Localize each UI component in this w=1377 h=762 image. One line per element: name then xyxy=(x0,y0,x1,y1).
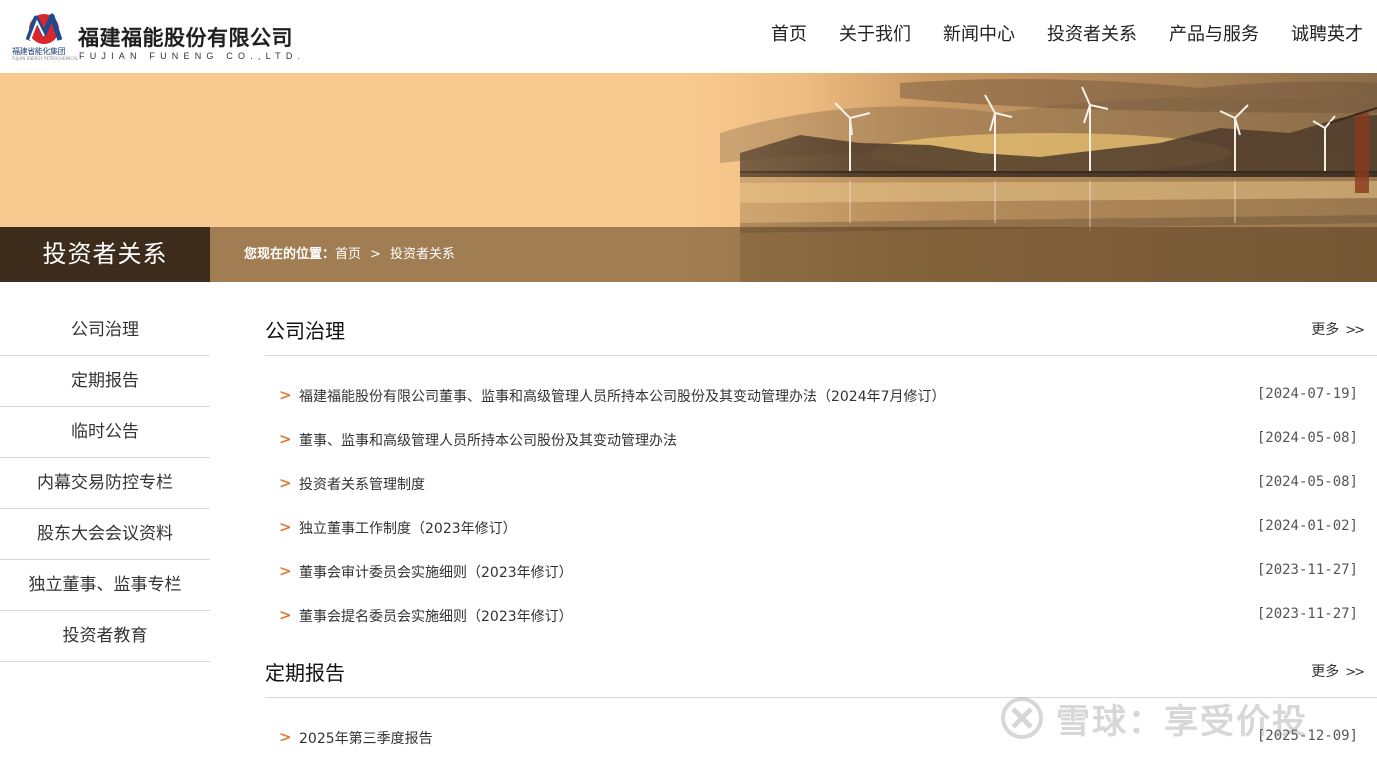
breadcrumb-label: 您现在的位置： xyxy=(244,247,336,262)
chevron-right-icon: > xyxy=(279,518,292,536)
double-chevron-right-icon: >> xyxy=(1345,665,1365,680)
sidebar-item-investor-education[interactable]: 投资者教育 xyxy=(0,611,210,662)
more-link[interactable]: 更多 >> xyxy=(1311,661,1365,681)
list-item[interactable]: > 2025年第三季度报告 [2025-12-09] xyxy=(265,724,1377,752)
breadcrumb: 您现在的位置：首页 > 投资者关系 xyxy=(244,227,455,282)
list-item-title[interactable]: 投资者关系管理制度 xyxy=(299,474,425,494)
more-label: 更多 xyxy=(1311,322,1340,338)
list-item-title[interactable]: 董事会审计委员会实施细则（2023年修订） xyxy=(299,562,573,582)
company-name-cn: 福建福能股份有限公司 xyxy=(78,26,293,50)
nav-home[interactable]: 首页 xyxy=(771,20,807,50)
list-item-title[interactable]: 独立董事工作制度（2023年修订） xyxy=(299,518,517,538)
section-title: 公司治理 xyxy=(265,319,345,343)
list-item-date: [2023-11-27] xyxy=(1256,562,1358,578)
sidebar-item-insider-trading[interactable]: 内幕交易防控专栏 xyxy=(0,458,210,509)
sidebar-item-interim-announcements[interactable]: 临时公告 xyxy=(0,407,210,458)
sidebar-nav: 公司治理 定期报告 临时公告 内幕交易防控专栏 股东大会会议资料 独立董事、监事… xyxy=(0,305,210,662)
list-item[interactable]: > 独立董事工作制度（2023年修订） [2024-01-02] xyxy=(265,514,1377,542)
more-label: 更多 xyxy=(1311,664,1340,680)
list-item-title[interactable]: 福建福能股份有限公司董事、监事和高级管理人员所持本公司股份及其变动管理办法（20… xyxy=(299,386,946,406)
sidebar-item-shareholder-meetings[interactable]: 股东大会会议资料 xyxy=(0,509,210,560)
chevron-right-icon: > xyxy=(279,430,292,448)
nav-products-services[interactable]: 产品与服务 xyxy=(1169,20,1259,50)
list-item-date: [2024-01-02] xyxy=(1256,518,1358,534)
sidebar-item-corporate-governance[interactable]: 公司治理 xyxy=(0,305,210,356)
list-item-date: [2024-05-08] xyxy=(1256,474,1358,490)
nav-investor-relations[interactable]: 投资者关系 xyxy=(1047,20,1137,50)
list-item-title[interactable]: 董事会提名委员会实施细则（2023年修订） xyxy=(299,606,573,626)
list-item[interactable]: > 董事、监事和高级管理人员所持本公司股份及其变动管理办法 [2024-05-0… xyxy=(265,426,1377,454)
nav-careers[interactable]: 诚聘英才 xyxy=(1291,20,1363,50)
page-section-title: 投资者关系 xyxy=(0,227,210,282)
section-title: 定期报告 xyxy=(265,661,345,685)
list-item[interactable]: > 投资者关系管理制度 [2024-05-08] xyxy=(265,470,1377,498)
breadcrumb-investor-relations[interactable]: 投资者关系 xyxy=(390,247,455,262)
chevron-right-icon: > xyxy=(279,606,292,624)
list-item[interactable]: > 董事会审计委员会实施细则（2023年修订） [2023-11-27] xyxy=(265,558,1377,586)
double-chevron-right-icon: >> xyxy=(1345,323,1365,338)
section-header-periodic-reports: 定期报告 更多 >> xyxy=(265,647,1377,698)
main-nav: 首页 关于我们 新闻中心 投资者关系 产品与服务 诚聘英才 xyxy=(771,20,1363,50)
list-item-date: [2024-07-19] xyxy=(1256,386,1358,402)
section-header-governance: 公司治理 更多 >> xyxy=(265,305,1377,356)
list-item-date: [2023-11-27] xyxy=(1256,606,1358,622)
chevron-right-icon: > xyxy=(279,728,292,746)
list-item-date: [2024-05-08] xyxy=(1256,430,1358,446)
company-name-en: FUJIAN FUNENG CO.,LTD. xyxy=(79,51,306,61)
more-link[interactable]: 更多 >> xyxy=(1311,319,1365,339)
site-header: 福建省能化集团 FUJIAN ENERGY PETROCHEMICAL 福建福能… xyxy=(0,0,1377,73)
sidebar-item-periodic-reports[interactable]: 定期报告 xyxy=(0,356,210,407)
nav-news[interactable]: 新闻中心 xyxy=(943,20,1015,50)
list-item-date: [2025-12-09] xyxy=(1256,728,1358,744)
nav-about[interactable]: 关于我们 xyxy=(839,20,911,50)
list-item[interactable]: > 福建福能股份有限公司董事、监事和高级管理人员所持本公司股份及其变动管理办法（… xyxy=(265,382,1377,410)
list-item[interactable]: > 董事会提名委员会实施细则（2023年修订） [2023-11-27] xyxy=(265,602,1377,630)
sidebar-item-independent-directors[interactable]: 独立董事、监事专栏 xyxy=(0,560,210,611)
breadcrumb-chevron-icon: > xyxy=(370,247,381,262)
logo-group-en-text: FUJIAN ENERGY PETROCHEMICAL xyxy=(12,56,79,61)
chevron-right-icon: > xyxy=(279,562,292,580)
chevron-right-icon: > xyxy=(279,474,292,492)
company-logo[interactable]: 福建省能化集团 FUJIAN ENERGY PETROCHEMICAL 福建福能… xyxy=(12,8,302,64)
list-item-title[interactable]: 董事、监事和高级管理人员所持本公司股份及其变动管理办法 xyxy=(299,430,677,450)
chevron-right-icon: > xyxy=(279,386,292,404)
breadcrumb-home[interactable]: 首页 xyxy=(335,247,361,262)
logo-icon xyxy=(25,13,63,44)
list-item-title[interactable]: 2025年第三季度报告 xyxy=(299,728,433,748)
